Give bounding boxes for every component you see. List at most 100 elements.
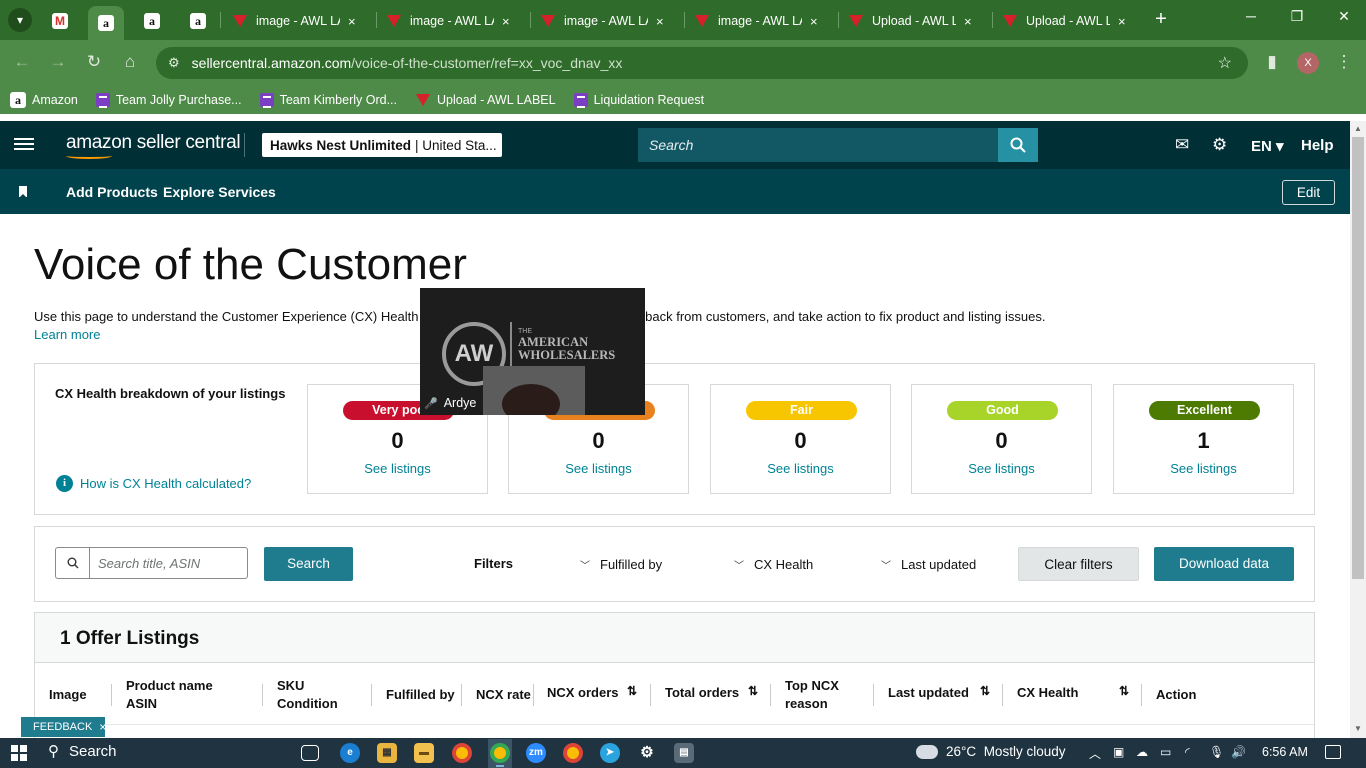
wifi-icon[interactable]: ◜ (1185, 745, 1190, 759)
telegram-icon[interactable]: ➤ (600, 743, 620, 763)
notification-icon[interactable] (1325, 745, 1341, 759)
tab-close-icon[interactable]: × (810, 14, 818, 29)
browser-tab[interactable]: image - AWL LA × (222, 6, 366, 36)
store-selector[interactable]: Hawks Nest Unlimited | United Sta... (262, 133, 502, 157)
address-bar[interactable]: ⚙ sellercentral.amazon.com/voice-of-the-… (156, 47, 1248, 79)
bookmark-upload-awl[interactable]: Upload - AWL LABEL (415, 92, 556, 108)
download-data-button[interactable]: Download data (1154, 547, 1294, 581)
see-listings-link[interactable]: See listings (912, 461, 1091, 476)
pinned-tab-gmail[interactable]: M (42, 6, 78, 36)
last-updated-dropdown[interactable]: ﹀ Last updated (881, 557, 976, 572)
see-listings-link[interactable]: See listings (1114, 461, 1293, 476)
onedrive-icon[interactable]: ☁ (1136, 745, 1148, 759)
header-search-button[interactable] (998, 128, 1038, 162)
meet-icon[interactable]: ▣ (1113, 745, 1124, 759)
tab-close-icon[interactable]: × (348, 14, 356, 29)
bookmark-nav-icon[interactable] (19, 186, 27, 198)
minimize-button[interactable]: ─ (1239, 8, 1263, 24)
tab-search-dropdown[interactable]: ▾ (8, 8, 32, 32)
browser-tab[interactable]: Upload - AWL L × (838, 6, 982, 36)
calculator-icon[interactable]: ▤ (674, 743, 694, 763)
menu-icon[interactable]: ⋮ (1333, 52, 1355, 72)
scrollbar-thumb[interactable] (1352, 137, 1364, 579)
bookmark-team-kimberly[interactable]: Team Kimberly Ord... (259, 93, 397, 108)
browser-tab[interactable]: image - AWL LA × (684, 6, 828, 36)
language-selector[interactable]: EN ▾ (1251, 137, 1284, 155)
col-total-orders[interactable]: Total orders (665, 684, 739, 702)
battery-icon[interactable]: ▭ (1160, 745, 1171, 759)
fulfilled-by-dropdown[interactable]: ﹀ Fulfilled by (580, 557, 662, 572)
tray-chevron-icon[interactable]: ︿ (1089, 745, 1101, 762)
close-window-button[interactable]: ✕ (1332, 8, 1356, 25)
back-icon[interactable]: ← (11, 52, 33, 72)
nav-explore-services[interactable]: Explore Services (163, 184, 276, 200)
chrome-icon[interactable] (490, 743, 510, 763)
browser-tab[interactable]: image - AWL LA × (530, 6, 674, 36)
home-icon[interactable]: ⌂ (119, 52, 141, 72)
see-listings-link[interactable]: See listings (711, 461, 890, 476)
search-button[interactable]: Search (264, 547, 353, 581)
close-icon[interactable]: × (99, 720, 106, 734)
sort-icon[interactable]: ⇅ (748, 684, 758, 698)
site-info-icon[interactable]: ⚙ (168, 55, 180, 71)
chrome-icon[interactable] (563, 743, 583, 763)
windows-start-icon[interactable] (11, 745, 27, 761)
clear-filters-button[interactable]: Clear filters (1018, 547, 1139, 581)
microphone-icon[interactable]: 🎙 (1209, 745, 1224, 759)
scroll-down-arrow-icon[interactable]: ▼ (1352, 724, 1364, 733)
chrome-icon[interactable] (452, 743, 472, 763)
edit-nav-button[interactable]: Edit (1282, 180, 1335, 205)
store-icon[interactable]: ▦ (377, 743, 397, 763)
see-listings-link[interactable]: See listings (308, 461, 487, 476)
bookmark-liquidation[interactable]: Liquidation Request (573, 93, 704, 108)
col-last-updated[interactable]: Last updated (888, 684, 969, 702)
volume-icon[interactable]: 🔊 (1231, 745, 1246, 759)
see-listings-link[interactable]: See listings (509, 461, 688, 476)
col-cx-health[interactable]: CX Health (1017, 684, 1078, 702)
bookmark-amazon[interactable]: a Amazon (10, 92, 78, 108)
nav-add-products[interactable]: Add Products (66, 184, 158, 200)
taskbar-search[interactable]: ⚲ Search (48, 742, 117, 761)
scroll-up-arrow-icon[interactable]: ▲ (1352, 124, 1364, 133)
help-link[interactable]: Help (1301, 137, 1334, 154)
feedback-tab[interactable]: FEEDBACK × (21, 717, 106, 737)
tab-close-icon[interactable]: × (656, 14, 664, 29)
sort-icon[interactable]: ⇅ (627, 684, 637, 698)
edge-icon[interactable]: e (340, 743, 360, 763)
settings-gear-icon[interactable]: ⚙ (1212, 135, 1227, 155)
pinned-tab-amazon-active[interactable]: a (88, 6, 124, 40)
learn-more-link[interactable]: Learn more (34, 327, 100, 342)
weather-widget[interactable]: 26°C Mostly cloudy (913, 740, 1065, 759)
browser-tab[interactable]: image - AWL LA × (376, 6, 520, 36)
pinned-tab-amazon[interactable]: a (180, 6, 216, 36)
reload-icon[interactable]: ↻ (83, 52, 105, 72)
sort-icon[interactable]: ⇅ (980, 684, 990, 698)
new-tab-button[interactable]: + (1150, 8, 1172, 31)
zoom-icon[interactable]: zm (526, 743, 546, 763)
mail-icon[interactable]: ✉ (1175, 135, 1189, 155)
seller-central-logo[interactable]: amazon seller central (66, 132, 241, 159)
file-explorer-icon[interactable]: ▬ (414, 743, 434, 763)
forward-icon[interactable]: → (47, 52, 69, 72)
side-panel-icon[interactable]: ▮ (1261, 52, 1283, 72)
video-call-overlay[interactable]: AW THE AMERICAN WHOLESALERS 🎤 Ardye (420, 288, 645, 415)
tab-close-icon[interactable]: × (1118, 14, 1126, 29)
bookmark-star-icon[interactable]: ☆ (1218, 53, 1232, 73)
tab-close-icon[interactable]: × (502, 14, 510, 29)
profile-avatar[interactable]: X (1297, 52, 1319, 74)
header-search-input[interactable]: Search (638, 128, 998, 162)
taskbar-clock[interactable]: 6:56 AM (1262, 745, 1308, 759)
listing-search-input[interactable] (89, 547, 248, 579)
settings-gear-icon[interactable]: ⚙ (637, 743, 657, 763)
bookmark-team-jolly[interactable]: Team Jolly Purchase... (95, 93, 242, 108)
hamburger-menu-icon[interactable] (14, 135, 34, 155)
cx-health-dropdown[interactable]: ﹀ CX Health (734, 557, 813, 572)
pinned-tab-amazon[interactable]: a (134, 6, 170, 36)
restore-button[interactable]: ❐ (1285, 8, 1309, 25)
browser-tab[interactable]: Upload - AWL L × (992, 6, 1136, 36)
tab-close-icon[interactable]: × (964, 14, 972, 29)
sort-icon[interactable]: ⇅ (1119, 684, 1129, 698)
col-ncx-orders[interactable]: NCX orders (547, 684, 619, 702)
task-view-icon[interactable] (301, 745, 319, 761)
cx-health-help-link[interactable]: i How is CX Health calculated? (56, 475, 251, 492)
